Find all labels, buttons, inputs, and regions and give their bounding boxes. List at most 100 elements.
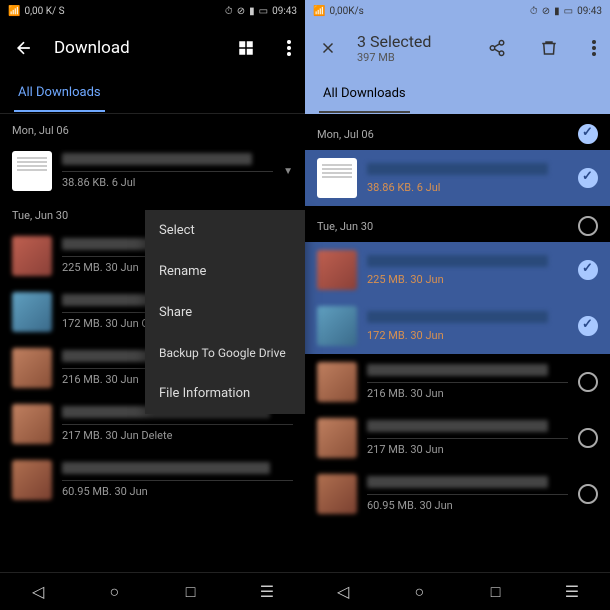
right-pane: 📶 0,00K/s ⏱ ⊘ ▮ ▭ 09:43 3 Selected 397 M…	[305, 0, 610, 610]
tab-all-downloads[interactable]: All Downloads	[14, 75, 105, 112]
nav-home-icon[interactable]: ○	[102, 580, 126, 604]
menu-share[interactable]: Share	[145, 292, 305, 333]
image-thumb-icon	[12, 292, 52, 332]
file-meta: 217 MB. 30 Jun Delete	[62, 424, 293, 442]
section-date: Mon, Jul 06	[305, 114, 610, 150]
header: Download	[0, 22, 305, 74]
file-meta: 60.95 MB. 30 Jun	[62, 480, 293, 498]
nav-recent-icon[interactable]: □	[484, 580, 508, 604]
more-icon[interactable]	[592, 40, 596, 56]
file-name-redacted	[62, 462, 270, 474]
clock: 09:43	[577, 6, 602, 17]
page-title: Download	[54, 38, 217, 58]
grid-view-icon[interactable]	[237, 39, 255, 57]
nav-bar: ◁ ○ □ ☰	[0, 572, 305, 610]
file-name-redacted	[367, 364, 548, 376]
file-name-redacted	[367, 476, 548, 488]
file-meta: 60.95 MB. 30 Jun	[367, 494, 568, 512]
alarm-icon: ⏱	[530, 6, 538, 17]
file-row[interactable]: 38.86 KB. 6 Jul ▼	[0, 143, 305, 199]
file-name-redacted	[62, 153, 252, 165]
file-name-redacted	[367, 311, 548, 323]
row-checkbox-icon[interactable]	[578, 316, 598, 336]
menu-backup[interactable]: Backup To Google Drive	[145, 333, 305, 373]
signal-icon: ▮	[249, 6, 255, 17]
wifi-icon: 📶	[8, 6, 20, 17]
file-name-redacted	[367, 255, 548, 267]
doc-thumb-icon	[12, 151, 52, 191]
menu-select[interactable]: Select	[145, 210, 305, 251]
close-icon[interactable]	[319, 39, 337, 57]
dnd-icon: ⊘	[237, 6, 245, 17]
menu-rename[interactable]: Rename	[145, 251, 305, 292]
file-row[interactable]: 216 MB. 30 Jun	[305, 354, 610, 410]
battery-icon: ▭	[564, 6, 573, 17]
signal-icon: ▮	[554, 6, 560, 17]
file-row[interactable]: 225 MB. 30 Jun	[305, 242, 610, 298]
nav-recent-icon[interactable]: □	[179, 580, 203, 604]
nav-home-icon[interactable]: ○	[407, 580, 431, 604]
file-name-redacted	[367, 163, 548, 175]
row-checkbox-icon[interactable]	[578, 260, 598, 280]
selection-count: 3 Selected	[357, 32, 468, 51]
image-thumb-icon	[12, 404, 52, 444]
more-icon[interactable]	[287, 40, 291, 56]
selection-header: 3 Selected 397 MB	[305, 22, 610, 74]
file-meta: 172 MB. 30 Jun	[367, 329, 568, 342]
doc-thumb-icon	[317, 158, 357, 198]
battery-icon: ▭	[259, 6, 268, 17]
menu-file-info[interactable]: File Information	[145, 373, 305, 414]
tab-all-downloads[interactable]: All Downloads	[319, 76, 410, 113]
left-pane: 📶 0,00 K/ S ⏱ ⊘ ▮ ▭ 09:43 Download All D…	[0, 0, 305, 610]
image-thumb-icon	[317, 306, 357, 346]
select-all-checkbox[interactable]	[578, 216, 598, 236]
selection-size: 397 MB	[357, 51, 468, 64]
context-menu: Select Rename Share Backup To Google Dri…	[145, 210, 305, 414]
nav-bar: ◁ ○ □ ☰	[305, 572, 610, 610]
section-date: Mon, Jul 06	[0, 114, 305, 143]
nav-back-icon[interactable]: ◁	[331, 580, 355, 604]
wifi-icon: 📶	[313, 6, 325, 17]
file-name-redacted	[367, 420, 548, 432]
image-thumb-icon	[12, 236, 52, 276]
tab-bar: All Downloads	[305, 74, 610, 114]
row-checkbox-icon[interactable]	[578, 484, 598, 504]
file-row[interactable]: 217 MB. 30 Jun	[305, 410, 610, 466]
file-row[interactable]: 38.86 KB. 6 Jul	[305, 150, 610, 206]
file-row[interactable]: 60.95 MB. 30 Jun	[0, 452, 305, 508]
row-checkbox-icon[interactable]	[578, 372, 598, 392]
alarm-icon: ⏱	[225, 6, 233, 17]
file-row[interactable]: 60.95 MB. 30 Jun	[305, 466, 610, 522]
file-list[interactable]: Mon, Jul 06 38.86 KB. 6 Jul Tue, Jun 30 …	[305, 114, 610, 572]
file-row[interactable]: 172 MB. 30 Jun	[305, 298, 610, 354]
nav-drawer-icon[interactable]: ☰	[255, 580, 279, 604]
section-date: Tue, Jun 30	[305, 206, 610, 242]
file-meta: 217 MB. 30 Jun	[367, 438, 568, 456]
image-thumb-icon	[317, 250, 357, 290]
row-checkbox-icon[interactable]	[578, 428, 598, 448]
clock: 09:43	[272, 6, 297, 17]
image-thumb-icon	[12, 460, 52, 500]
share-icon[interactable]	[488, 39, 506, 57]
status-bar: 📶 0,00K/s ⏱ ⊘ ▮ ▭ 09:43	[305, 0, 610, 22]
tab-bar: All Downloads	[0, 74, 305, 114]
image-thumb-icon	[317, 362, 357, 402]
back-icon[interactable]	[14, 38, 34, 58]
image-thumb-icon	[12, 348, 52, 388]
status-bar: 📶 0,00 K/ S ⏱ ⊘ ▮ ▭ 09:43	[0, 0, 305, 22]
file-meta: 38.86 KB. 6 Jul	[367, 181, 568, 194]
delete-icon[interactable]	[540, 39, 558, 57]
image-thumb-icon	[317, 418, 357, 458]
file-meta: 38.86 KB. 6 Jul	[62, 171, 273, 189]
nav-back-icon[interactable]: ◁	[26, 580, 50, 604]
dnd-icon: ⊘	[542, 6, 550, 17]
net-speed: 0,00 K/ S	[24, 6, 64, 17]
chevron-down-icon[interactable]: ▼	[283, 166, 293, 177]
nav-drawer-icon[interactable]: ☰	[560, 580, 584, 604]
image-thumb-icon	[317, 474, 357, 514]
row-checkbox-icon[interactable]	[578, 168, 598, 188]
file-meta: 225 MB. 30 Jun	[367, 273, 568, 286]
select-all-checkbox[interactable]	[578, 124, 598, 144]
file-meta: 216 MB. 30 Jun	[367, 382, 568, 400]
net-speed: 0,00K/s	[329, 6, 363, 17]
